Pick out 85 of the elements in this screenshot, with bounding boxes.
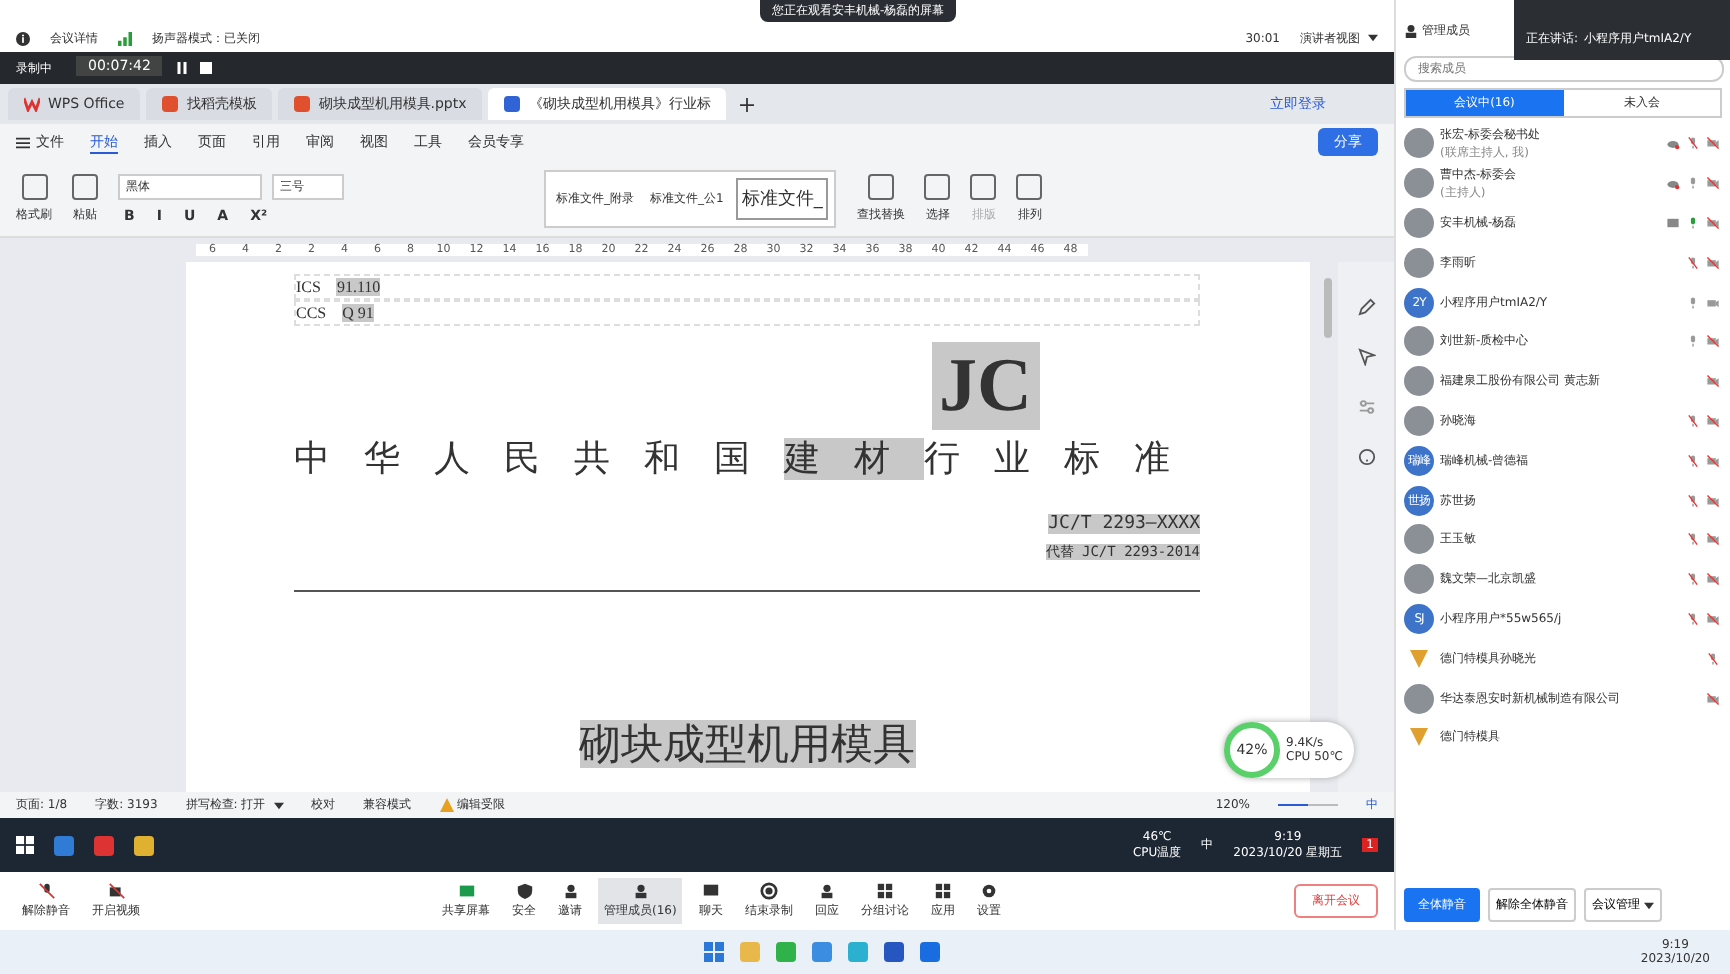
cursor-icon[interactable]: [1357, 348, 1375, 366]
app-icon[interactable]: [812, 942, 833, 962]
grid-icon: [933, 882, 952, 900]
style-option[interactable]: 标准文件_: [735, 177, 829, 219]
mic-muted-icon: [37, 882, 55, 900]
cloud-icon: [1666, 136, 1680, 151]
camera-off-icon: [107, 882, 125, 900]
camera-off-icon[interactable]: [1706, 255, 1720, 270]
ics-value: 91.110: [336, 278, 381, 296]
avatar-photo-placeholder: [1404, 207, 1434, 238]
ics-label: ICS: [296, 278, 321, 296]
standard-code: JC/T 2293—XXXX: [1048, 514, 1200, 534]
camera-icon[interactable]: [1706, 295, 1720, 310]
screen-icon: [1666, 215, 1680, 230]
sliders-icon[interactable]: [1357, 398, 1375, 416]
help-icon[interactable]: [1357, 448, 1375, 466]
scrollbar-thumb[interactable]: [1324, 278, 1332, 338]
camera-off-icon[interactable]: [1706, 413, 1720, 428]
warning-icon: [439, 798, 454, 812]
mic-muted-icon[interactable]: [1686, 413, 1700, 428]
mic-muted-icon[interactable]: [1686, 136, 1700, 151]
info-icon[interactable]: [16, 31, 30, 45]
pen-icon[interactable]: [1357, 298, 1375, 316]
avatar-photo-placeholder: [1404, 128, 1434, 159]
standard-logo: JC: [931, 342, 1040, 430]
ccs-value: Q 91: [342, 304, 374, 322]
new-tab-icon[interactable]: [740, 97, 755, 111]
signal-icon: [118, 31, 132, 45]
camera-off-icon[interactable]: [1706, 176, 1720, 191]
camera-off-icon[interactable]: [1706, 136, 1720, 151]
camera-off-icon[interactable]: [1706, 493, 1720, 508]
app-icon[interactable]: [884, 942, 905, 962]
camera-off-icon[interactable]: [1706, 453, 1720, 468]
mic-muted-icon[interactable]: [1686, 493, 1700, 508]
app-icon[interactable]: [776, 942, 797, 962]
mic-muted-icon[interactable]: [1686, 453, 1700, 468]
windows-logo-icon[interactable]: [16, 836, 34, 854]
caret-icon: [1368, 34, 1378, 42]
mic-muted-icon[interactable]: [1686, 572, 1700, 587]
avatar-photo-placeholder: [1404, 366, 1434, 397]
heading-text: 中华人民共和国: [294, 438, 784, 480]
settings-icon: [979, 882, 998, 900]
camera-off-icon[interactable]: [1706, 215, 1720, 230]
heading-text: 行业标准: [924, 438, 1204, 480]
camera-off-icon[interactable]: [1706, 532, 1720, 547]
people-icon: [631, 882, 650, 900]
shield-icon: [515, 882, 533, 900]
ccs-label: CCS: [296, 304, 327, 322]
camera-off-icon[interactable]: [1706, 374, 1720, 389]
pause-icon[interactable]: [176, 62, 188, 74]
menu-icon: [16, 135, 30, 149]
camera-off-icon[interactable]: [1706, 611, 1720, 626]
wps-logo-icon: [24, 96, 40, 112]
avatar-photo-placeholder: [1404, 326, 1434, 357]
mic-muted-icon[interactable]: [1706, 651, 1720, 666]
mic-muted-icon[interactable]: [1686, 255, 1700, 270]
camera-off-icon[interactable]: [1706, 691, 1720, 706]
mic-icon[interactable]: [1686, 215, 1700, 230]
cloud-icon: [1666, 176, 1680, 191]
record-icon: [759, 882, 778, 900]
file-icon: [504, 96, 521, 112]
caret-icon: [273, 801, 284, 809]
avatar-photo-placeholder: [1404, 168, 1434, 199]
mic-muted-icon[interactable]: [1686, 532, 1700, 547]
avatar-photo-placeholder: [1404, 564, 1434, 595]
mic-icon[interactable]: [1686, 176, 1700, 191]
document-title: 砌块成型机用模具: [579, 720, 915, 768]
camera-off-icon[interactable]: [1706, 572, 1720, 587]
avatar-photo-placeholder: [1404, 247, 1434, 278]
camera-off-icon[interactable]: [1706, 334, 1720, 349]
chat-icon: [701, 882, 720, 900]
avatar-photo-placeholder: [1404, 683, 1434, 714]
mic-icon[interactable]: [1686, 295, 1700, 310]
caret-icon: [1644, 901, 1654, 909]
mic-icon[interactable]: [1686, 334, 1700, 349]
file-icon: [162, 96, 179, 112]
mic-muted-icon[interactable]: [1686, 611, 1700, 626]
person-icon: [1404, 24, 1418, 38]
avatar-photo-placeholder: [1404, 405, 1434, 436]
folder-icon[interactable]: [134, 835, 154, 855]
screen-icon: [457, 882, 475, 900]
heading-text: 建材: [784, 438, 924, 480]
app-icon[interactable]: [920, 942, 941, 962]
file-icon: [294, 96, 311, 112]
avatar-photo-placeholder: [1404, 524, 1434, 555]
